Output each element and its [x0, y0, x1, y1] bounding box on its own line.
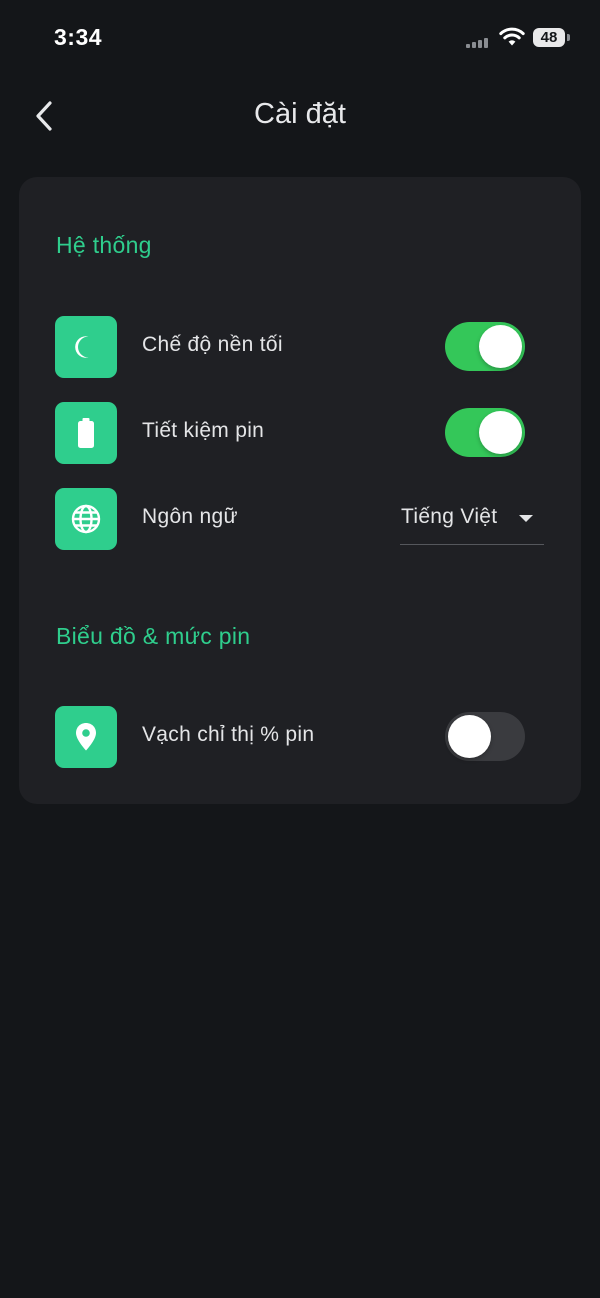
battery-saver-toggle[interactable]: [445, 408, 525, 457]
section-title-chart: Biểu đồ & mức pin: [56, 623, 251, 649]
wifi-icon: [499, 27, 525, 46]
status-bar: 3:34 48: [0, 0, 600, 80]
battery-icon: [55, 402, 117, 464]
toggle-knob: [479, 411, 522, 454]
battery-indicator: 48: [533, 28, 565, 47]
battery-level: 48: [540, 29, 558, 46]
caret-down-icon: [519, 515, 533, 522]
page-title: Cài đặt: [254, 98, 346, 130]
language-select-value: Tiếng Việt: [401, 505, 498, 528]
battery-indicator-line-toggle[interactable]: [445, 712, 525, 761]
setting-row-battery-saver: Tiết kiệm pin: [55, 402, 565, 464]
setting-label: Vạch chỉ thị % pin: [142, 723, 315, 746]
setting-label: Ngôn ngữ: [142, 505, 238, 528]
toggle-knob: [479, 325, 522, 368]
toggle-knob: [448, 715, 491, 758]
cellular-signal-icon: [466, 38, 492, 48]
setting-row-dark-mode: Chế độ nền tối: [55, 316, 565, 378]
setting-row-battery-indicator-line: Vạch chỉ thị % pin: [55, 706, 565, 768]
moon-icon: [55, 316, 117, 378]
header: Cài đặt: [0, 80, 600, 156]
setting-label: Chế độ nền tối: [142, 333, 283, 356]
settings-card: Hệ thống Chế độ nền tối Tiết kiệm pin Ng…: [19, 177, 581, 804]
battery-cap: [567, 34, 570, 41]
dark-mode-toggle[interactable]: [445, 322, 525, 371]
section-title-system: Hệ thống: [56, 232, 152, 258]
language-select[interactable]: Tiếng Việt: [400, 488, 544, 545]
location-pin-icon: [55, 706, 117, 768]
setting-label: Tiết kiệm pin: [142, 419, 265, 442]
globe-icon: [55, 488, 117, 550]
status-time: 3:34: [54, 24, 103, 50]
setting-row-language: Ngôn ngữ Tiếng Việt: [55, 488, 565, 550]
